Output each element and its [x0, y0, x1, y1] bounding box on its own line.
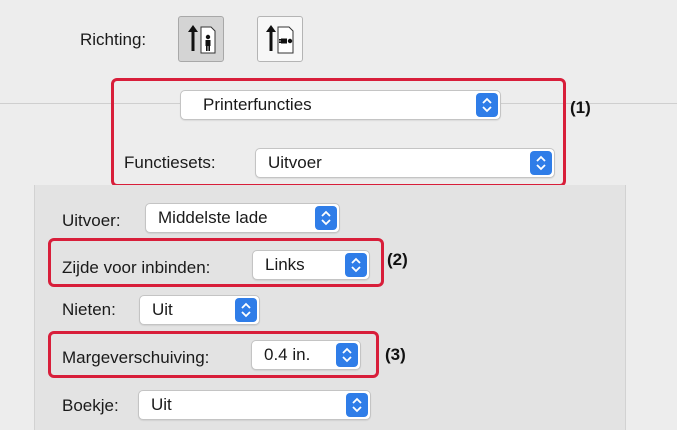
callout-1: (1): [570, 98, 591, 117]
callout-2: (2): [387, 250, 408, 269]
stapling-label: Nieten:: [62, 300, 116, 319]
orientation-label: Richting:: [80, 30, 147, 49]
booklet-label: Boekje:: [62, 396, 119, 415]
stapling-chevron-icon: [235, 298, 257, 322]
stapling-popup[interactable]: Uit: [139, 295, 260, 325]
callout-3: (3): [385, 345, 406, 364]
portrait-orientation-icon: [188, 25, 216, 54]
booklet-value: Uit: [151, 395, 172, 414]
stapling-value: Uit: [152, 300, 173, 319]
landscape-orientation-icon: [266, 25, 294, 54]
orientation-portrait-button[interactable]: [178, 16, 224, 62]
highlight-box-2: [48, 238, 384, 287]
output-label: Uitvoer:: [62, 211, 121, 230]
output-tray-value: Middelste lade: [158, 208, 268, 227]
orientation-landscape-button[interactable]: [257, 16, 303, 62]
highlight-box-3: [48, 331, 379, 378]
output-tray-chevron-icon: [315, 206, 337, 230]
booklet-chevron-icon: [346, 393, 368, 417]
output-tray-popup[interactable]: Middelste lade: [145, 203, 340, 233]
highlight-box-1: [111, 78, 566, 187]
booklet-popup[interactable]: Uit: [138, 390, 371, 420]
